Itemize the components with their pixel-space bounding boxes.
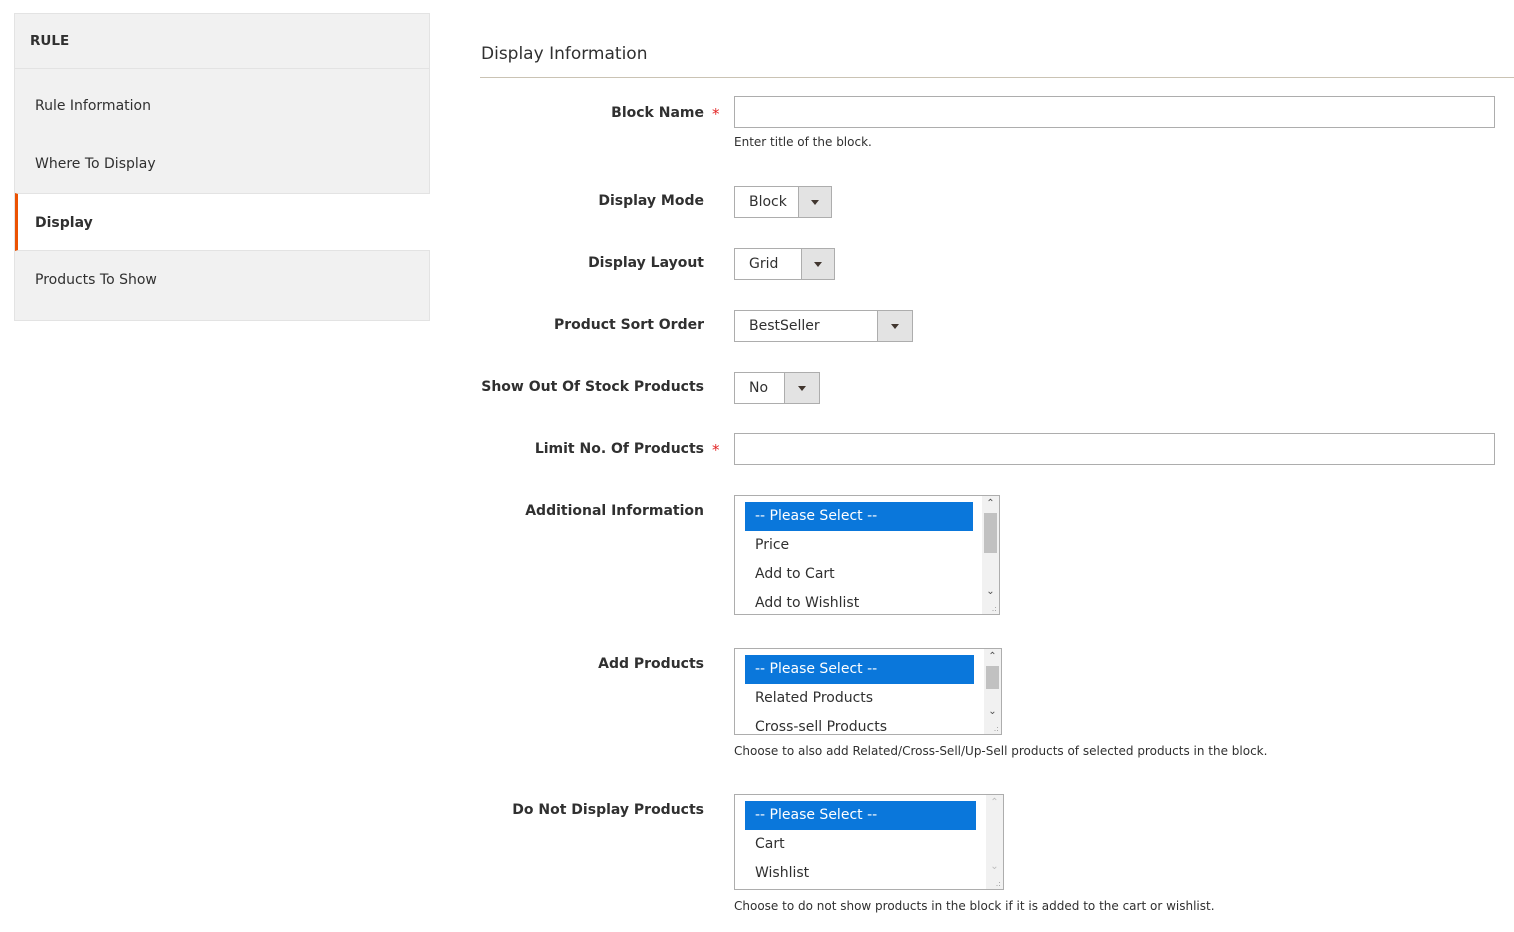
option-add-to-cart[interactable]: Add to Cart	[745, 560, 973, 589]
sidebar-item-where-to-display[interactable]: Where To Display	[15, 135, 430, 193]
scroll-up-icon[interactable]: ⌃	[984, 649, 1001, 664]
product-sort-order-label: Product Sort Order	[553, 317, 704, 333]
display-layout-label: Display Layout	[588, 255, 704, 271]
product-sort-order-select[interactable]: BestSeller	[734, 310, 913, 342]
show-out-of-stock-value: No	[749, 380, 769, 396]
option-related-products[interactable]: Related Products	[745, 684, 974, 713]
chevron-down-icon	[811, 199, 819, 205]
option-price[interactable]: Price	[745, 531, 973, 560]
block-name-input[interactable]	[734, 96, 1495, 128]
resize-grip-icon[interactable]: .:	[994, 725, 999, 733]
section-title: Display Information	[481, 44, 648, 64]
block-name-label: Block Name	[611, 105, 704, 121]
required-marker: *	[712, 105, 720, 123]
scrollbar[interactable]: ⌃ ⌄	[984, 649, 1001, 734]
scroll-up-icon[interactable]: ⌃	[982, 496, 999, 511]
do-not-display-products-note: Choose to do not show products in the bl…	[734, 899, 1215, 913]
scroll-up-icon: ⌃	[990, 797, 999, 808]
limit-products-input[interactable]	[734, 433, 1495, 465]
sidebar-item-products-to-show[interactable]: Products To Show	[15, 251, 430, 309]
additional-information-label: Additional Information	[525, 503, 704, 519]
block-name-note: Enter title of the block.	[734, 135, 872, 149]
chevron-down-icon	[814, 261, 822, 267]
sidebar-item-rule-information[interactable]: Rule Information	[15, 77, 430, 135]
scrollbar: ⌃ ⌄	[986, 795, 1003, 889]
chevron-down-icon	[798, 385, 806, 391]
scroll-thumb[interactable]	[984, 513, 997, 553]
do-not-display-products-label: Do Not Display Products	[512, 802, 704, 818]
sidebar-nav: RULE Rule Information Where To Display D…	[14, 13, 430, 321]
option-cart[interactable]: Cart	[745, 830, 976, 859]
scroll-down-icon[interactable]: ⌄	[984, 704, 1001, 719]
display-layout-value: Grid	[749, 256, 779, 272]
display-mode-value: Block	[749, 194, 787, 210]
display-mode-select[interactable]: Block	[734, 186, 832, 218]
dropdown-toggle[interactable]	[784, 373, 819, 403]
sidebar-item-display[interactable]: Display	[15, 193, 430, 251]
product-sort-order-value: BestSeller	[749, 318, 820, 334]
resize-grip-icon[interactable]: .:	[992, 605, 997, 613]
scrollbar[interactable]: ⌃ ⌄	[982, 496, 999, 614]
dropdown-toggle[interactable]	[801, 249, 834, 279]
dropdown-toggle[interactable]	[877, 311, 912, 341]
display-mode-label: Display Mode	[598, 193, 704, 209]
sidebar-title: RULE	[15, 14, 429, 69]
option-please-select[interactable]: -- Please Select --	[745, 502, 973, 531]
option-please-select[interactable]: -- Please Select --	[745, 801, 976, 830]
dropdown-toggle[interactable]	[798, 187, 831, 217]
section-divider	[480, 77, 1514, 78]
additional-information-multiselect[interactable]: -- Please Select -- Price Add to Cart Ad…	[734, 495, 1000, 615]
show-out-of-stock-select[interactable]: No	[734, 372, 820, 404]
scroll-thumb[interactable]	[986, 666, 999, 689]
required-marker: *	[712, 441, 720, 459]
scroll-down-icon: ⌄	[990, 861, 999, 872]
option-wishlist[interactable]: Wishlist	[745, 859, 976, 888]
resize-grip-icon[interactable]: .:	[996, 880, 1001, 888]
scroll-down-icon[interactable]: ⌄	[982, 584, 999, 599]
add-products-note: Choose to also add Related/Cross-Sell/Up…	[734, 744, 1268, 758]
option-add-to-wishlist[interactable]: Add to Wishlist	[745, 589, 973, 614]
do-not-display-products-multiselect[interactable]: -- Please Select -- Cart Wishlist ⌃ ⌄ .:	[734, 794, 1004, 890]
show-out-of-stock-label: Show Out Of Stock Products	[481, 379, 704, 395]
option-please-select[interactable]: -- Please Select --	[745, 655, 974, 684]
display-layout-select[interactable]: Grid	[734, 248, 835, 280]
add-products-multiselect[interactable]: -- Please Select -- Related Products Cro…	[734, 648, 1002, 735]
limit-products-label: Limit No. Of Products	[534, 441, 704, 457]
option-cross-sell-products[interactable]: Cross-sell Products	[745, 713, 974, 734]
add-products-label: Add Products	[598, 656, 704, 672]
chevron-down-icon	[891, 323, 899, 329]
